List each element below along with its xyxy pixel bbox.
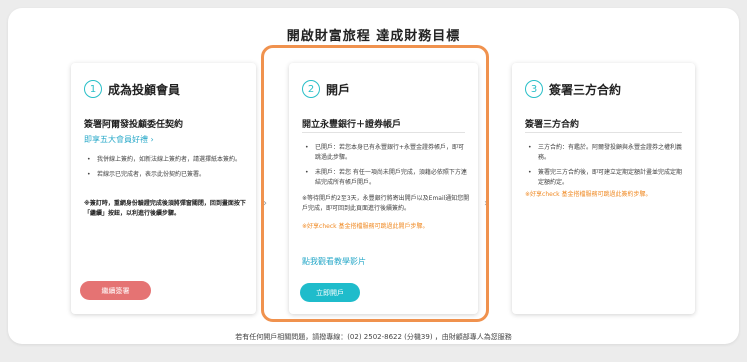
step-header: 3 簽署三方合約: [525, 80, 621, 98]
step-card-contract: 3 簽署三方合約 簽署三方合約 三方合約：有鑑於。阿爾發投顧與永豐金證券之權利義…: [512, 63, 695, 314]
member-gifts-link[interactable]: 即享五大會員好禮 ›: [84, 134, 154, 145]
step-title: 成為投顧會員: [108, 82, 181, 97]
step-bullets: 三方合約：有鑑於。阿爾發投顧與永豐金證券之權利義務。 簽署完三方合約後，即可建立…: [525, 143, 687, 193]
support-footer: 若有任何開戶相關問題，請撥專線：(02) 2502-8622 (分機39) ，由…: [235, 333, 512, 341]
bullet-item: 三方合約：有鑑於。阿爾發投顧與永豐金證券之權利義務。: [525, 143, 687, 163]
step-warning-note: ※好享check 基金搭檔服務可跳過此簽約步驟。: [525, 191, 652, 198]
step-card-member: 1 成為投顧會員 簽署阿爾發投顧委任契約 即享五大會員好禮 › 我併線上簽約，如…: [71, 63, 256, 314]
bullet-item: 我併線上簽約，如新法線上簽約者，請選擇紙本簽約。: [84, 155, 248, 165]
step-note: ※簽訂時，重網身份驗證完成後須將彈窗關閉，回到畫面按下「繼續」按鈕，以利進行後續…: [84, 200, 246, 217]
bullet-item: 簽署完三方合約後，即可建立定期定額計畫並完成定期定額約定。: [525, 168, 687, 188]
page-title: 開啟財富旅程 達成財務目標: [286, 29, 461, 44]
step-bullets: 我併線上簽約，如新法線上簽約者，請選擇紙本簽約。 若線示已完成者，表示此份契約已…: [84, 155, 248, 185]
bullet-item: 若線示已完成者，表示此份契約已簽署。: [84, 170, 248, 180]
step-number-badge: 1: [84, 80, 102, 98]
step-subtitle: 簽署阿爾發投顧委任契約: [84, 120, 184, 130]
continue-signing-button[interactable]: 繼續簽署: [80, 281, 151, 300]
step-subtitle: 簽署三方合約: [525, 120, 580, 130]
step-number-badge: 3: [525, 80, 543, 98]
step-header: 1 成為投顧會員: [84, 80, 180, 98]
step-title: 簽署三方合約: [549, 82, 622, 97]
current-step-highlight: [261, 45, 489, 322]
divider: [525, 132, 682, 133]
